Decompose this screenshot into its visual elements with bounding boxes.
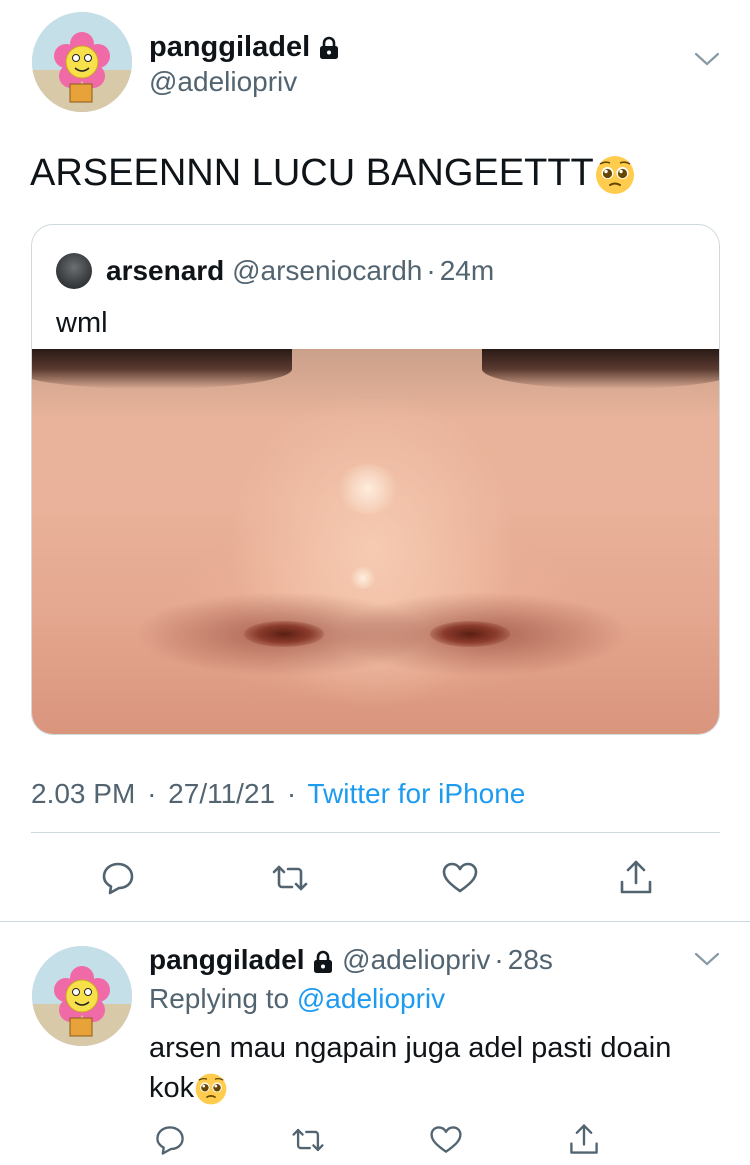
quoted-display-name: arsenard <box>106 255 225 286</box>
display-name: panggiladel <box>149 31 311 63</box>
retweet-icon[interactable] <box>270 858 310 898</box>
quoted-timestamp: 24m <box>439 255 495 286</box>
quoted-handle: @arseniocardh <box>232 255 423 286</box>
left-eye-region <box>32 349 292 389</box>
replying-to-label: Replying to <box>149 983 290 1014</box>
right-eye-region <box>482 349 719 389</box>
quoted-tweet-card[interactable]: arsenard @arseniocardh · 24m wml <box>31 224 720 735</box>
heart-icon[interactable] <box>440 858 480 898</box>
reply-tweet-text: arsen mau ngapain juga adel pasti doain … <box>149 1028 719 1108</box>
tweet-meta: 2.03 PM · 27/11/21 · Twitter for iPhone <box>31 777 525 811</box>
main-author-handle[interactable]: @adeliopriv <box>149 66 297 98</box>
share-icon[interactable] <box>616 858 656 898</box>
tweet-source-link[interactable]: Twitter for iPhone <box>307 778 525 809</box>
pleading-face-emoji-icon <box>595 155 634 194</box>
dot-separator: · <box>494 944 504 975</box>
quoted-tweet-text: wml <box>56 307 108 339</box>
right-nostril <box>430 621 510 647</box>
reply-menu-chevron-icon[interactable] <box>693 950 721 968</box>
tweet-text: ARSEENNN LUCU BANGEETTT <box>30 150 636 196</box>
reply-timestamp: 28s <box>507 944 553 975</box>
main-author-avatar[interactable] <box>32 12 132 112</box>
retweet-icon[interactable] <box>290 1122 326 1158</box>
replying-to: Replying to @adeliopriv <box>149 982 445 1016</box>
tweet-text-content: ARSEENNN LUCU BANGEETTT <box>30 152 594 194</box>
section-divider <box>0 921 750 922</box>
reply-icon[interactable] <box>98 858 138 898</box>
flower-cartoon-avatar-icon <box>32 946 132 1046</box>
pleading-face-emoji-icon <box>195 1073 227 1105</box>
share-icon[interactable] <box>566 1122 602 1158</box>
quoted-tweet-photo[interactable] <box>32 349 719 734</box>
divider <box>31 832 720 833</box>
dot-separator: · <box>286 778 297 809</box>
replying-to-handle-link[interactable]: @adeliopriv <box>297 983 445 1014</box>
reply-icon[interactable] <box>152 1122 188 1158</box>
quoted-author-avatar <box>56 253 92 289</box>
reply-author-avatar[interactable] <box>32 946 132 1046</box>
tweet-time: 2.03 PM <box>31 778 136 809</box>
tweet-menu-chevron-icon[interactable] <box>693 50 721 68</box>
lock-icon <box>320 37 339 60</box>
dot-separator: · <box>426 255 436 286</box>
dot-separator: · <box>147 778 157 809</box>
reply-display-name[interactable]: panggiladel <box>149 944 305 975</box>
lock-icon <box>314 950 333 973</box>
quoted-tweet-header: arsenard @arseniocardh · 24m <box>106 253 494 289</box>
heart-icon[interactable] <box>428 1122 464 1158</box>
reply-tweet-header: panggiladel @adeliopriv · 28s <box>149 942 553 978</box>
main-author-name[interactable]: panggiladel <box>149 30 340 64</box>
tweet-date: 27/11/21 <box>168 778 276 809</box>
nose-highlight <box>338 464 398 514</box>
nose-tip-highlight <box>350 567 376 589</box>
flower-cartoon-avatar-icon <box>32 12 132 112</box>
reply-handle[interactable]: @adeliopriv <box>342 944 490 975</box>
left-nostril <box>244 621 324 647</box>
